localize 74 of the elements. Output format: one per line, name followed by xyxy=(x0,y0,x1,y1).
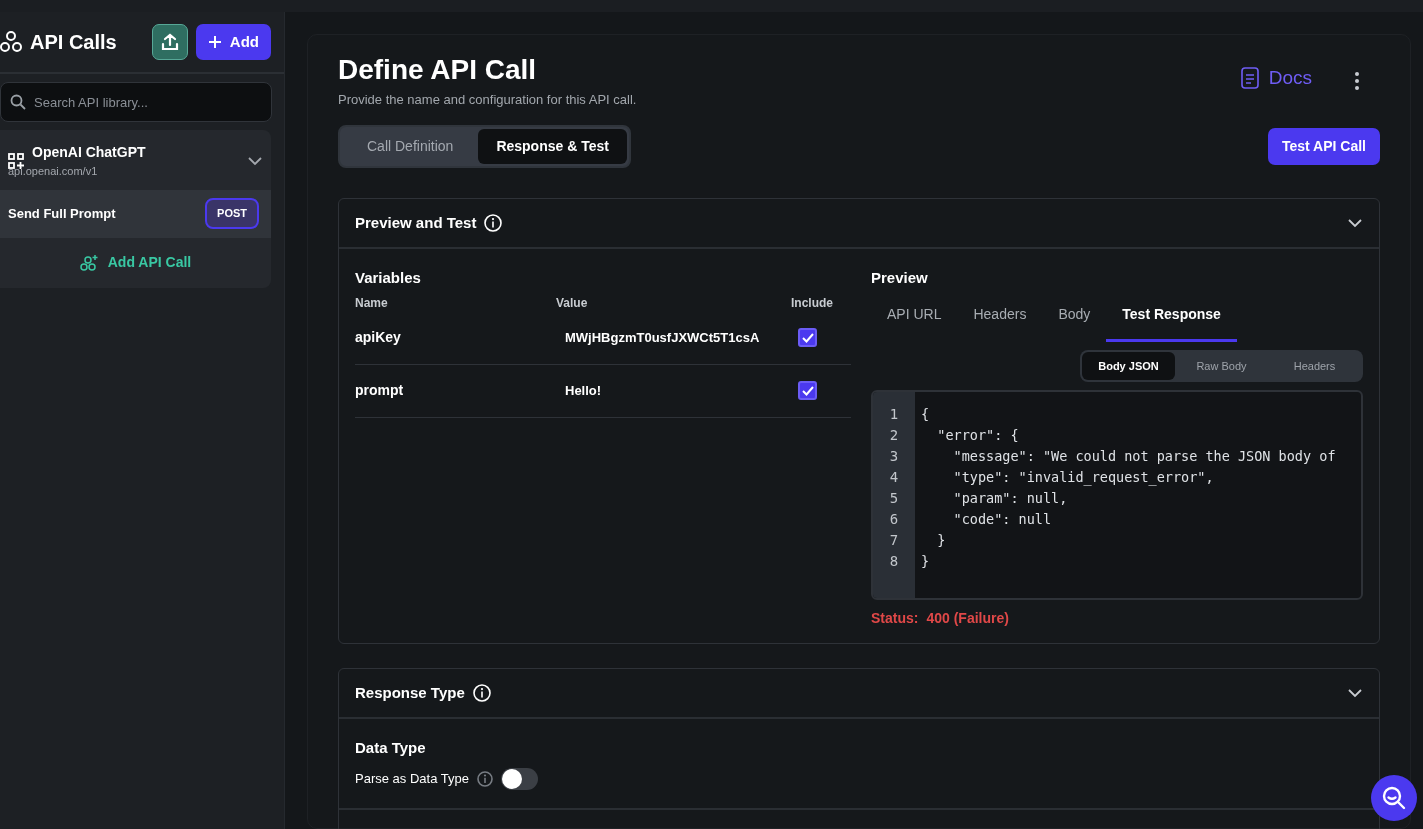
grid-plus-icon xyxy=(8,152,24,169)
code-line: "type": "invalid_request_error", xyxy=(952,468,1215,488)
tab[interactable]: Response & Test xyxy=(478,129,627,165)
column-header: Name xyxy=(355,294,389,312)
status-label: Status: xyxy=(871,609,919,629)
api-call-item[interactable]: Send Full Prompt POST xyxy=(0,189,271,238)
code-line: } xyxy=(936,531,947,551)
sidebar-title: API Calls xyxy=(30,30,117,55)
line-number: 4 xyxy=(888,468,900,488)
code-line: "code": null xyxy=(952,510,1053,530)
variables-title: Variables xyxy=(355,268,422,289)
network-plus-icon xyxy=(79,253,98,272)
code-line: "param": null, xyxy=(952,489,1069,509)
check-icon xyxy=(801,385,814,396)
info-icon xyxy=(484,214,503,233)
section-title: Preview and Test xyxy=(355,213,477,234)
code-line: } xyxy=(921,552,931,572)
page-subtitle: Provide the name and configuration for this API call. xyxy=(338,90,638,109)
preview-tab[interactable]: Test Response xyxy=(1106,293,1237,342)
check-icon xyxy=(801,332,814,343)
group-url: api.openai.com/v1 xyxy=(8,164,99,179)
parse-toggle[interactable] xyxy=(500,767,538,790)
docs-link[interactable]: Docs xyxy=(1234,63,1318,94)
line-number: 5 xyxy=(888,489,900,509)
include-checkbox[interactable] xyxy=(798,328,817,348)
call-name: Send Full Prompt xyxy=(8,204,116,223)
upload-icon xyxy=(160,33,179,51)
line-number: 3 xyxy=(888,447,900,467)
add-button[interactable]: Add xyxy=(195,24,271,60)
preview-tab[interactable]: Body xyxy=(1042,293,1107,342)
document-icon xyxy=(1240,67,1259,90)
parse-label: Parse as Data Type xyxy=(355,770,469,789)
include-checkbox[interactable] xyxy=(798,381,817,401)
upload-button[interactable] xyxy=(151,24,188,60)
code-line: { xyxy=(921,405,931,425)
variable-name: apiKey xyxy=(355,328,402,348)
search-icon xyxy=(1381,785,1407,811)
info-icon xyxy=(476,770,493,787)
line-number: 6 xyxy=(888,510,900,530)
group-name: OpenAI ChatGPT xyxy=(32,143,147,162)
response-tab[interactable]: Headers xyxy=(1268,351,1361,381)
status-value: 400 (Failure) xyxy=(926,609,1009,629)
line-number: 7 xyxy=(888,531,900,551)
preview-title: Preview xyxy=(871,268,929,289)
network-icon xyxy=(0,30,22,54)
variable-value: Hello! xyxy=(564,382,603,401)
preview-tab[interactable]: Headers xyxy=(957,293,1043,342)
add-api-call-button[interactable]: Add API Call xyxy=(0,237,271,288)
response-tab[interactable]: Body JSON xyxy=(1082,351,1175,381)
response-tab[interactable]: Raw Body xyxy=(1175,351,1268,381)
code-line: "error": { xyxy=(936,426,1020,446)
info-icon xyxy=(472,684,491,703)
variable-name: prompt xyxy=(355,381,405,401)
chevron-icon[interactable] xyxy=(1347,218,1363,229)
line-number: 1 xyxy=(888,405,900,425)
section-title: Response Type xyxy=(355,683,465,704)
more-icon[interactable] xyxy=(1354,71,1360,91)
line-number: 2 xyxy=(888,426,900,446)
plus-icon xyxy=(207,35,222,49)
column-header: Value xyxy=(556,294,589,312)
variable-value: MWjHBgzmT0usfJXWCt5T1csA xyxy=(564,329,761,348)
column-header: Include xyxy=(791,294,834,312)
method-badge: POST xyxy=(205,198,259,229)
chevron-icon[interactable] xyxy=(247,155,263,166)
code-line: "message": "We could not parse the JSON body of xyxy=(952,447,1336,467)
line-number: 8 xyxy=(888,552,900,572)
data-type-title: Data Type xyxy=(355,738,427,759)
preview-tab[interactable]: API URL xyxy=(871,293,958,342)
tab[interactable]: Call Definition xyxy=(342,129,479,165)
search-field[interactable]: Search API library... xyxy=(0,82,272,122)
page-title: Define API Call xyxy=(338,55,538,86)
test-api-call-button[interactable]: Test API Call xyxy=(1267,128,1380,166)
chevron-icon[interactable] xyxy=(1347,688,1363,699)
api-group-header[interactable]: OpenAI ChatGPT api.openai.com/v1 xyxy=(0,130,271,190)
